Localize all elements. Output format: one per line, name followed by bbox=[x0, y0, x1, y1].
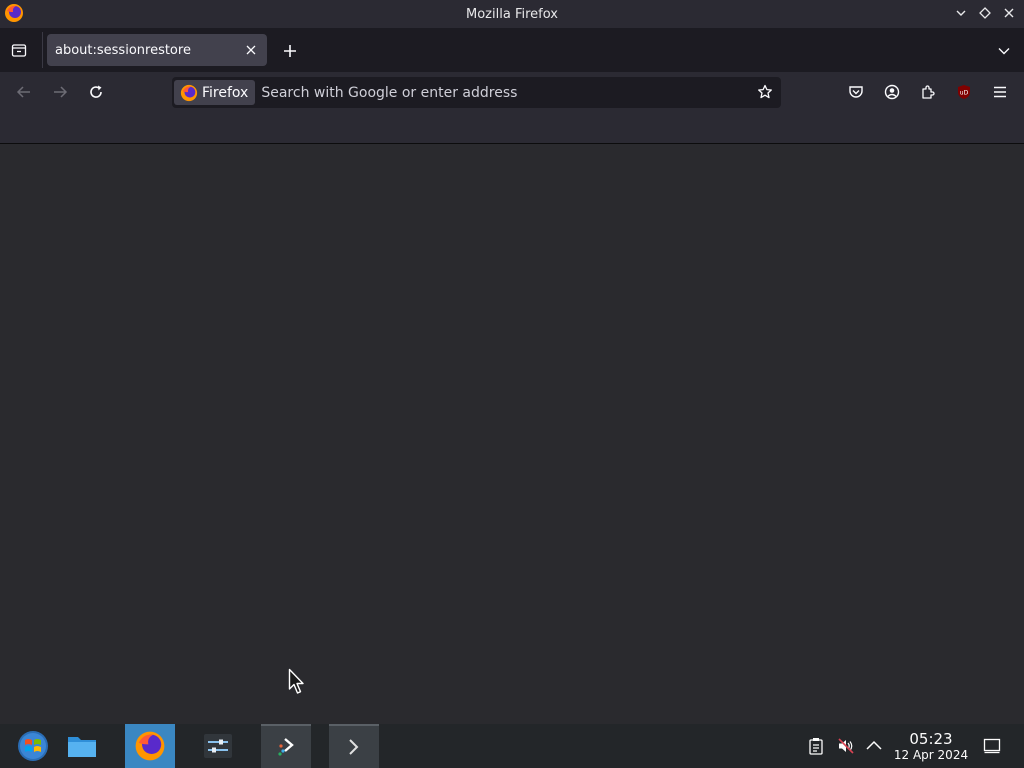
bookmark-star-icon[interactable] bbox=[755, 82, 775, 102]
settings-sliders-icon bbox=[204, 734, 232, 758]
folder-icon bbox=[68, 737, 96, 757]
clipboard-icon[interactable] bbox=[806, 736, 826, 756]
discover-button[interactable] bbox=[261, 724, 311, 768]
tray-expand-icon[interactable] bbox=[864, 736, 884, 756]
file-manager-button[interactable] bbox=[57, 724, 107, 768]
clock-time: 05:23 bbox=[909, 730, 953, 748]
back-arrow-icon[interactable] bbox=[13, 81, 35, 103]
tab-sessionrestore[interactable]: about:sessionrestore bbox=[47, 34, 267, 66]
maximize-icon[interactable] bbox=[976, 4, 994, 22]
address-bar[interactable]: Firefox bbox=[172, 77, 781, 108]
windows-logo-icon bbox=[18, 731, 48, 761]
firefox-logo-icon bbox=[180, 84, 198, 101]
extensions-icon[interactable] bbox=[917, 81, 939, 103]
reload-icon[interactable] bbox=[85, 81, 107, 103]
window-title: Mozilla Firefox bbox=[466, 6, 558, 22]
svg-text:uD: uD bbox=[960, 90, 969, 97]
navigation-toolbar: Firefox uD bbox=[0, 72, 1024, 112]
close-window-icon[interactable] bbox=[1000, 4, 1018, 22]
bookmarks-toolbar bbox=[0, 112, 1024, 144]
forward-arrow-icon[interactable] bbox=[49, 81, 71, 103]
hamburger-menu-icon[interactable] bbox=[989, 81, 1011, 103]
identity-box[interactable]: Firefox bbox=[174, 80, 256, 105]
firefox-logo-icon bbox=[135, 731, 165, 761]
firefox-logo-icon bbox=[5, 4, 23, 22]
discover-icon bbox=[278, 738, 294, 756]
close-tab-icon[interactable] bbox=[243, 42, 259, 58]
new-tab-icon[interactable] bbox=[280, 41, 300, 61]
digital-clock[interactable]: 05:23 12 Apr 2024 bbox=[893, 730, 969, 762]
taskbar: 05:23 12 Apr 2024 bbox=[0, 724, 1024, 768]
tab-label: about:sessionrestore bbox=[55, 42, 191, 58]
start-menu-button[interactable] bbox=[8, 724, 58, 768]
show-desktop-icon[interactable] bbox=[982, 736, 1002, 756]
ublock-origin-icon[interactable]: uD bbox=[953, 81, 975, 103]
identity-label: Firefox bbox=[202, 84, 249, 101]
account-icon[interactable] bbox=[881, 81, 903, 103]
list-all-tabs-icon[interactable] bbox=[994, 41, 1014, 61]
tab-divider bbox=[42, 32, 43, 68]
mouse-cursor-icon bbox=[288, 668, 304, 694]
terminal-prompt-icon bbox=[349, 739, 359, 755]
window-controls bbox=[952, 4, 1018, 22]
system-settings-button[interactable] bbox=[193, 724, 243, 768]
firefox-view-icon[interactable] bbox=[8, 39, 30, 61]
page-content[interactable] bbox=[0, 144, 1024, 724]
pocket-icon[interactable] bbox=[845, 81, 867, 103]
volume-muted-icon[interactable] bbox=[836, 736, 856, 756]
clock-date: 12 Apr 2024 bbox=[893, 748, 969, 762]
minimize-icon[interactable] bbox=[952, 4, 970, 22]
terminal-button[interactable] bbox=[329, 724, 379, 768]
firefox-taskbar-button[interactable] bbox=[125, 724, 175, 768]
tab-strip: about:sessionrestore bbox=[0, 28, 1024, 72]
window-titlebar: Mozilla Firefox bbox=[0, 0, 1024, 28]
url-input[interactable] bbox=[261, 84, 732, 101]
